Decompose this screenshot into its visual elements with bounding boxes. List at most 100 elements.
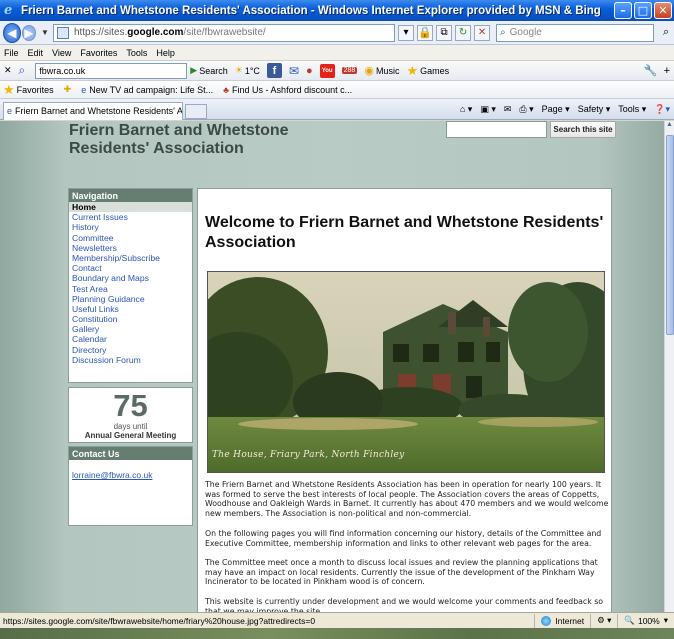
menu-view[interactable]: View (52, 48, 71, 58)
nav-newsletters[interactable]: Newsletters (69, 243, 192, 253)
url-domain: google.com (127, 27, 184, 38)
add-favorite-icon[interactable]: ✚ (64, 84, 72, 95)
page-viewport: Friern Barnet and Whetstone Residents' A… (0, 121, 664, 612)
tools-menu[interactable]: Tools ▾ (618, 104, 646, 115)
search-site-button[interactable]: Search this site (550, 121, 616, 138)
nav-history[interactable]: History (69, 222, 192, 232)
nav-boundary-maps[interactable]: Boundary and Maps (69, 273, 192, 283)
refresh-icon[interactable]: ↻ (455, 24, 472, 41)
stop-icon[interactable]: ✕ (474, 24, 491, 41)
menu-favorites[interactable]: Favorites (80, 48, 117, 58)
history-dropdown-icon[interactable]: ▼ (41, 28, 49, 37)
site-search-input[interactable] (446, 121, 547, 138)
toolbar-close-icon[interactable]: ✕ (4, 65, 12, 76)
search-engine-field[interactable]: ⌕ Google (496, 23, 655, 42)
navigation-panel: Navigation Home Current Issues History C… (68, 188, 193, 383)
facebook-button[interactable]: f (266, 63, 282, 78)
zoom-dropdown-icon: ▾ (663, 615, 668, 625)
nav-current-issues[interactable]: Current Issues (69, 212, 192, 222)
scroll-up-icon[interactable]: ▲ (665, 121, 674, 131)
messenger-icon[interactable]: ● (306, 65, 313, 77)
feeds-icon[interactable]: ▣ ▾ (480, 104, 496, 115)
status-url: https://sites.google.com/site/fbwrawebsi… (3, 615, 316, 626)
menu-file[interactable]: File (4, 48, 19, 58)
tab-fbwra[interactable]: e Friern Barnet and Whetstone Residents'… (3, 101, 183, 120)
site-title[interactable]: Friern Barnet and Whetstone Residents' A… (69, 122, 329, 158)
nav-planning-guidance[interactable]: Planning Guidance (69, 294, 192, 304)
contact-email-link[interactable]: lorraine@fbwra.co.uk (69, 460, 192, 480)
intro-paragraph: The Friern Barnet and Whetstone Resident… (205, 480, 609, 518)
window-title-bar: e Friern Barnet and Whetstone Residents'… (0, 0, 674, 21)
main-content: Welcome to Friern Barnet and Whetstone R… (197, 188, 612, 612)
search-placeholder: Google (509, 27, 542, 38)
wrench-icon[interactable]: 🔧 (644, 64, 658, 77)
mail-icon[interactable]: ✉ (289, 64, 299, 78)
menu-tools[interactable]: Tools (126, 48, 147, 58)
home-icon[interactable]: ⌂ ▾ (460, 104, 472, 115)
friary-house-photo[interactable] (207, 271, 605, 473)
ashford-icon: ♣ (223, 84, 230, 95)
globe-icon (541, 615, 552, 626)
help-icon[interactable]: ❓▾ (654, 104, 670, 115)
security-zone[interactable]: Internet (534, 613, 590, 628)
search-go-icon[interactable]: ⌕ (658, 24, 674, 42)
favorites-bar: ★ Favorites ✚ e New TV ad campaign: Life S… (0, 81, 674, 99)
favorites-button[interactable]: ★ Favorites (3, 82, 54, 98)
new-tab-button[interactable] (185, 103, 207, 119)
back-button[interactable]: ◀ (3, 22, 21, 43)
toolbar-search-input[interactable]: fbwra.co.uk (35, 62, 188, 79)
safety-menu[interactable]: Safety ▾ (578, 104, 611, 115)
url-dropdown-icon[interactable]: ▾ (398, 24, 415, 41)
countdown-widget: 75 days until Annual General Meeting (68, 387, 193, 443)
close-button[interactable]: ✕ (654, 2, 672, 19)
zoom-control[interactable]: 🔍 100% ▾ (617, 613, 674, 628)
menu-edit[interactable]: Edit (28, 48, 44, 58)
minimize-button[interactable]: – (614, 2, 632, 19)
nav-home[interactable]: Home (69, 202, 192, 213)
vertical-scrollbar[interactable]: ▲ (664, 121, 674, 612)
nav-calendar[interactable]: Calendar (69, 334, 192, 344)
nav-directory[interactable]: Directory (69, 345, 192, 355)
notifications-button[interactable]: 288 (341, 67, 358, 74)
weather-button[interactable]: ☀ 1°C (235, 65, 260, 76)
url-field[interactable]: https://sites. google.com/site/fbwrawebsi… (52, 23, 396, 42)
menu-bar: File Edit View Favorites Tools Help (0, 45, 674, 61)
nav-gallery[interactable]: Gallery (69, 324, 192, 334)
music-button[interactable]: ◉ Music (364, 64, 399, 77)
youtube-button[interactable]: You (319, 63, 335, 78)
nav-test-area[interactable]: Test Area (69, 284, 192, 294)
toolbar-search-button[interactable]: ▶ Search (190, 65, 227, 76)
compatibility-icon[interactable]: ⧉ (436, 24, 453, 41)
scroll-thumb[interactable] (666, 135, 674, 335)
nav-committee[interactable]: Committee (69, 233, 192, 243)
menu-help[interactable]: Help (156, 48, 175, 58)
protected-mode-icon[interactable]: ⚙ ▾ (590, 613, 617, 628)
toolbar-search-label: Search (199, 65, 228, 76)
countdown-number: 75 (113, 388, 148, 423)
favorite-link-tv-ad[interactable]: e New TV ad campaign: Life St... (81, 85, 213, 95)
music-label: Music (375, 65, 400, 76)
maximize-button[interactable]: □ (634, 2, 652, 19)
print-icon[interactable]: ⎙ ▾ (519, 104, 533, 115)
nav-membership[interactable]: Membership/Subscribe (69, 253, 192, 263)
page-menu[interactable]: Page ▾ (542, 104, 570, 115)
read-mail-icon[interactable]: ✉ (504, 104, 512, 115)
nav-constitution[interactable]: Constitution (69, 314, 192, 324)
bing-toolbar: ✕ ⌕ fbwra.co.uk ▶ Search ☀ 1°C f ✉ ● You 2… (0, 61, 674, 81)
games-button[interactable]: ★ Games (406, 63, 449, 79)
weather-value: 1°C (244, 65, 260, 76)
pages-paragraph: On the following pages you will find inf… (205, 529, 602, 548)
nav-useful-links[interactable]: Useful Links (69, 304, 192, 314)
zone-label: Internet (555, 615, 585, 626)
toolbar-add-icon[interactable]: + (664, 65, 670, 77)
committee-paragraph: The Committee meet once a month to discu… (205, 558, 598, 587)
lock-icon[interactable]: 🔒 (417, 24, 434, 41)
games-label: Games (420, 65, 450, 76)
forward-button[interactable]: ▶ (21, 24, 37, 41)
page-icon (56, 26, 69, 39)
nav-contact[interactable]: Contact (69, 263, 192, 273)
page-heading: Welcome to Friern Barnet and Whetstone R… (205, 214, 604, 251)
internet-explorer-icon: e (4, 2, 13, 18)
nav-discussion-forum[interactable]: Discussion Forum (69, 355, 192, 365)
favorite-link-find-us[interactable]: ♣ Find Us - Ashford discount c... (223, 85, 352, 95)
